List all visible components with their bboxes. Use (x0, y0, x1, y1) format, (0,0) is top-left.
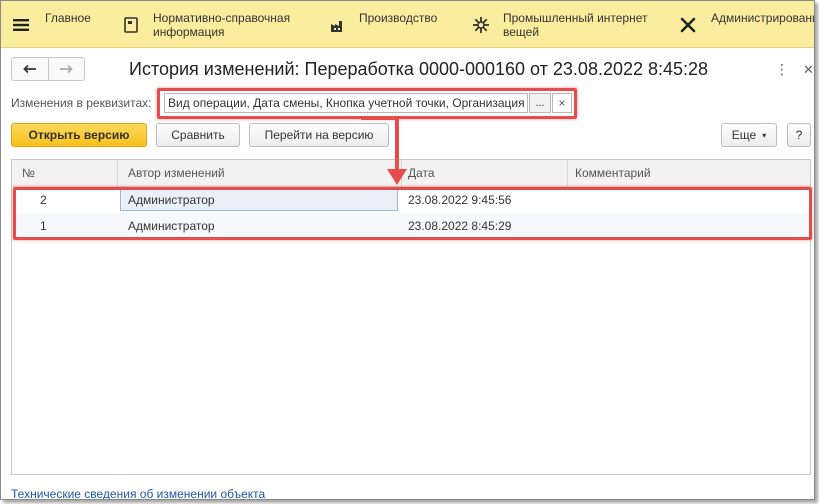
technical-info-link[interactable]: Технические сведения об изменении объект… (11, 487, 265, 499)
nav-iot[interactable]: Промышленный интернет вещей (466, 1, 666, 47)
column-date[interactable]: Дата (408, 166, 435, 180)
help-button[interactable]: ? (787, 123, 811, 147)
nav-main-label: Главное (45, 11, 91, 25)
iot-icon (471, 15, 491, 35)
column-author[interactable]: Автор изменений (128, 166, 225, 180)
nav-administration-label: Администрирование (711, 11, 815, 25)
arrow-left-icon (22, 64, 36, 74)
history-window: Главное Нормативно-справочная информация… (0, 0, 815, 500)
arrow-right-icon (60, 64, 74, 74)
nav-reference-label: Нормативно-справочная информация (153, 11, 291, 39)
more-button[interactable]: Еще ▾ (721, 123, 777, 147)
column-number[interactable]: № (22, 166, 35, 180)
goto-version-button[interactable]: Перейти на версию (249, 123, 389, 147)
book-icon (121, 15, 141, 35)
rows-highlight-frame (13, 187, 812, 240)
close-icon[interactable]: ✕ (803, 63, 814, 76)
nav-production[interactable]: Производство (323, 1, 463, 47)
forward-button[interactable] (47, 58, 85, 80)
nav-main[interactable]: Главное (1, 1, 111, 47)
page-title: История изменений: Переработка 0000-0001… (129, 59, 709, 79)
chevron-down-icon: ▾ (762, 130, 767, 140)
factory-icon (328, 15, 348, 35)
nav-iot-label: Промышленный интернет вещей (503, 11, 648, 39)
back-button[interactable] (12, 58, 48, 80)
nav-reference-info[interactable]: Нормативно-справочная информация (116, 1, 316, 47)
more-actions-icon[interactable]: ⋮ (775, 62, 789, 76)
table-header: № Автор изменений Дата Комментарий (12, 160, 810, 187)
tools-icon (678, 15, 698, 35)
filter-label: Изменения в реквизитах: (11, 96, 152, 110)
open-version-button[interactable]: Открыть версию (11, 123, 147, 147)
compare-button[interactable]: Сравнить (156, 123, 240, 147)
column-comment[interactable]: Комментарий (575, 166, 651, 180)
nav-administration[interactable]: Администрирование (673, 1, 815, 47)
history-nav-buttons (11, 57, 85, 81)
sections-panel: Главное Нормативно-справочная информация… (1, 1, 814, 48)
nav-production-label: Производство (359, 11, 438, 25)
hamburger-icon (11, 15, 31, 35)
more-button-label: Еще (731, 128, 757, 142)
filter-highlight-frame (157, 88, 577, 119)
